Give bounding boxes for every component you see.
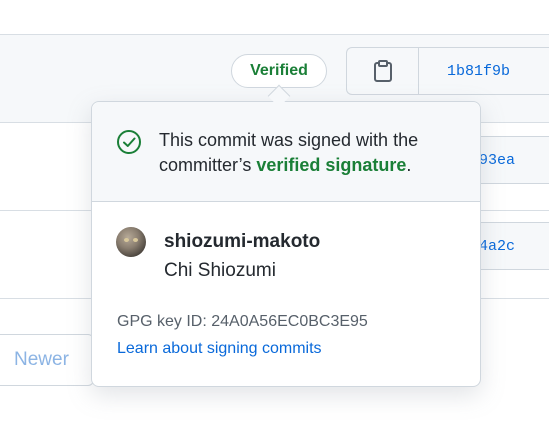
verified-signature-link[interactable]: verified signature <box>256 155 406 175</box>
page-top-area <box>0 0 549 34</box>
commit-sha-link[interactable]: 1b81f9b <box>419 48 549 94</box>
newer-page-button[interactable]: Newer <box>0 334 94 386</box>
signature-message: This commit was signed with the committe… <box>159 128 459 178</box>
signature-popover: This commit was signed with the committe… <box>91 101 481 387</box>
committer-login[interactable]: shiozumi-makoto <box>164 231 320 253</box>
signature-message-end: . <box>406 155 412 175</box>
avatar[interactable] <box>116 227 146 257</box>
popover-header: This commit was signed with the committe… <box>92 102 480 202</box>
gpg-label: GPG key ID: <box>117 313 207 330</box>
clipboard-icon <box>373 60 392 82</box>
commit-button-group: 1b81f9b <box>346 47 549 95</box>
check-circle-icon <box>117 130 141 154</box>
avatar-eye <box>124 238 129 242</box>
avatar-eye <box>133 238 138 242</box>
committer-name: Chi Shiozumi <box>164 260 276 281</box>
copy-sha-button[interactable] <box>347 48 419 94</box>
learn-signing-link[interactable]: Learn about signing commits <box>117 340 322 358</box>
gpg-key-id: GPG key ID: 24A0A56EC0BC3E95 <box>117 313 368 331</box>
gpg-key-value: 24A0A56EC0BC3E95 <box>211 313 368 330</box>
verified-badge[interactable]: Verified <box>231 54 327 88</box>
